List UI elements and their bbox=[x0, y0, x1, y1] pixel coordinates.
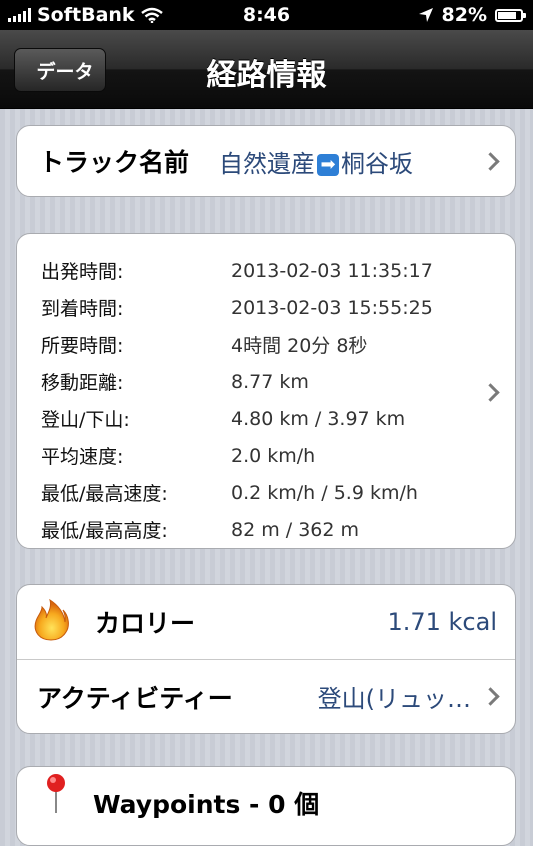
detail-label: 登山/下山: bbox=[41, 409, 130, 431]
detail-row: 平均速度: 2.0 km/h bbox=[41, 437, 515, 474]
detail-label: 所要時間: bbox=[41, 335, 124, 357]
route-details-group: 出発時間: 2013-02-03 11:35:17 到着時間: 2013-02-03 … bbox=[16, 233, 516, 549]
waypoints-group: Waypoints - 0 個 bbox=[16, 766, 516, 846]
route-details-row[interactable]: 出発時間: 2013-02-03 11:35:17 到着時間: 2013-02-03 … bbox=[17, 234, 515, 548]
activity-row[interactable]: アクティビティー 登山(リュッ… bbox=[17, 659, 515, 733]
waypoints-label: Waypoints - 0 個 bbox=[93, 790, 320, 819]
navigation-bar: データ 経路情報 bbox=[0, 30, 533, 109]
detail-row: 最低/最高高度: 82 m / 362 m bbox=[41, 511, 515, 548]
detail-label: 到着時間: bbox=[41, 298, 124, 320]
battery-percent: 82% bbox=[441, 4, 487, 26]
battery-icon bbox=[495, 8, 526, 22]
detail-value: 8.77 km bbox=[231, 370, 309, 393]
detail-value: 4.80 km / 3.97 km bbox=[231, 407, 406, 430]
detail-row: 最低/最高速度: 0.2 km/h / 5.9 km/h bbox=[41, 474, 515, 511]
activity-value: 登山(リュッ… bbox=[317, 685, 471, 713]
detail-label: 平均速度: bbox=[41, 446, 124, 468]
status-bar: SoftBank 8:46 82% bbox=[0, 0, 533, 30]
detail-label: 出発時間: bbox=[41, 261, 124, 283]
calorie-value: 1.71 kcal bbox=[387, 608, 497, 636]
chevron-right-icon bbox=[481, 151, 500, 171]
detail-value: 4時間 20分 8秒 bbox=[231, 335, 368, 357]
detail-label: 最低/最高速度: bbox=[41, 483, 168, 505]
track-name-label: トラック名前 bbox=[39, 148, 190, 177]
waypoints-row[interactable]: Waypoints - 0 個 bbox=[17, 767, 515, 845]
detail-value: 2.0 km/h bbox=[231, 444, 316, 467]
detail-row: 登山/下山: 4.80 km / 3.97 km bbox=[41, 400, 515, 437]
detail-value: 2013-02-03 11:35:17 bbox=[231, 259, 433, 282]
detail-row: 到着時間: 2013-02-03 15:55:25 bbox=[41, 289, 515, 326]
detail-row: 移動距離: 8.77 km bbox=[41, 363, 515, 400]
detail-label: 最低/最高高度: bbox=[41, 520, 168, 542]
track-name-row[interactable]: トラック名前 自然遺産 ➡ 桐谷坂 bbox=[17, 126, 515, 196]
track-name-value: 自然遺産 ➡ 桐谷坂 bbox=[219, 149, 414, 178]
activity-label: アクティビティー bbox=[37, 683, 233, 713]
detail-row: 所要時間: 4時間 20分 8秒 bbox=[41, 326, 515, 363]
detail-value: 0.2 km/h / 5.9 km/h bbox=[231, 481, 418, 504]
detail-row: 出発時間: 2013-02-03 11:35:17 bbox=[41, 252, 515, 289]
chevron-right-icon bbox=[481, 687, 500, 706]
red-pin-icon bbox=[47, 774, 65, 813]
detail-label: 移動距離: bbox=[41, 372, 124, 394]
flame-icon bbox=[34, 599, 69, 641]
detail-value: 2013-02-03 15:55:25 bbox=[231, 296, 433, 319]
right-arrow-icon: ➡ bbox=[317, 153, 340, 176]
location-arrow-icon bbox=[418, 8, 433, 22]
page-title: 経路情報 bbox=[206, 58, 327, 93]
activity-group: カロリー 1.71 kcal アクティビティー 登山(リュッ… bbox=[16, 584, 516, 734]
calorie-label: カロリー bbox=[95, 609, 196, 638]
track-name-group: トラック名前 自然遺産 ➡ 桐谷坂 bbox=[16, 125, 516, 197]
calorie-row: カロリー 1.71 kcal bbox=[17, 585, 515, 659]
details-list: 出発時間: 2013-02-03 11:35:17 到着時間: 2013-02-03 … bbox=[41, 252, 515, 548]
detail-value: 82 m / 362 m bbox=[231, 518, 360, 541]
